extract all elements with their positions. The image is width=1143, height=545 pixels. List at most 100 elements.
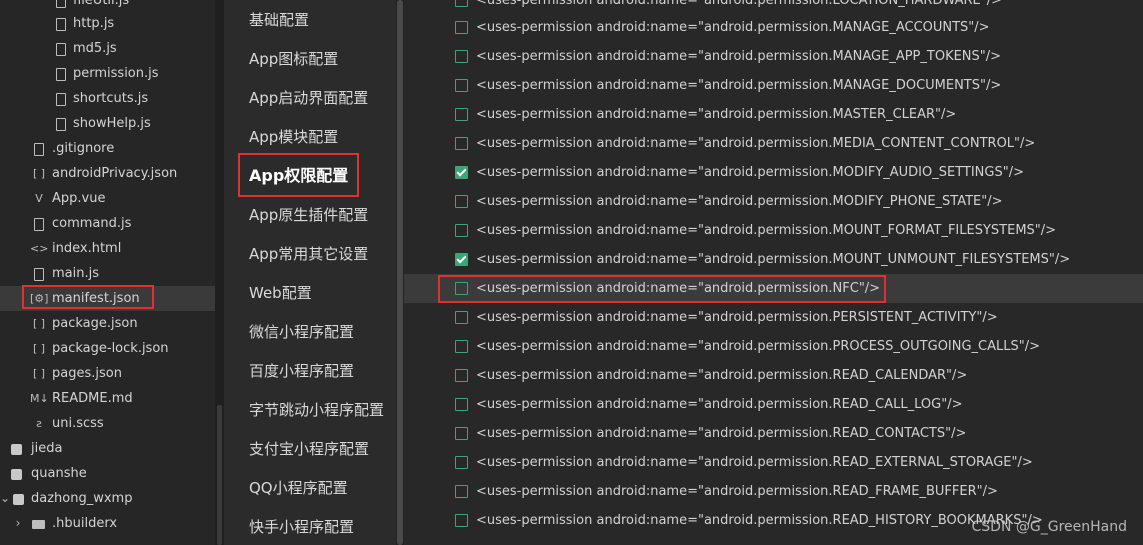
- tree-item-hbuilderx[interactable]: › .hbuilderx: [0, 511, 215, 536]
- permission-text: <uses-permission android:name="android.p…: [476, 368, 968, 383]
- permission-checkbox[interactable]: [455, 369, 468, 382]
- file-icon: [30, 211, 48, 236]
- permission-checkbox[interactable]: [455, 456, 468, 469]
- tree-item-label: index.html: [52, 241, 122, 256]
- tree-item-http[interactable]: http.js: [0, 11, 215, 36]
- permission-row[interactable]: <uses-permission android:name="android.p…: [404, 158, 1143, 187]
- nav-app-splash-config[interactable]: App启动界面配置: [249, 83, 368, 113]
- permission-row[interactable]: <uses-permission android:name="android.p…: [404, 477, 1143, 506]
- permission-row[interactable]: <uses-permission android:name="android.p…: [404, 390, 1143, 419]
- tree-item-label: quanshe: [31, 466, 87, 481]
- scrollbar-thumb[interactable]: [397, 0, 403, 545]
- permission-row[interactable]: <uses-permission android:name="android.p…: [404, 129, 1143, 158]
- nav-app-icon-config[interactable]: App图标配置: [249, 44, 338, 74]
- nav-app-module-config[interactable]: App模块配置: [249, 122, 338, 152]
- tree-item-label: command.js: [52, 216, 132, 231]
- tree-item-label: main.js: [52, 266, 99, 281]
- nav-app-native-plugin-config[interactable]: App原生插件配置: [249, 200, 368, 230]
- permission-text: <uses-permission android:name="android.p…: [476, 455, 1033, 470]
- chevron-right-icon[interactable]: ›: [9, 511, 27, 536]
- tree-item-label: README.md: [52, 391, 133, 406]
- tree-item-package[interactable]: [ ] package.json: [0, 311, 215, 336]
- tree-item-command[interactable]: command.js: [0, 211, 215, 236]
- nav-qq-mp-config[interactable]: QQ小程序配置: [249, 473, 348, 503]
- tree-item-package-lock[interactable]: [ ] package-lock.json: [0, 336, 215, 361]
- permission-row[interactable]: <uses-permission android:name="android.p…: [404, 245, 1143, 274]
- nav-app-other-settings[interactable]: App常用其它设置: [249, 239, 368, 269]
- nav-baidu-mp-config[interactable]: 百度小程序配置: [249, 356, 354, 386]
- config-nav: 基础配置 App图标配置 App启动界面配置 App模块配置 App权限配置 A…: [224, 0, 396, 545]
- nav-alipay-mp-config[interactable]: 支付宝小程序配置: [249, 434, 369, 464]
- permission-checkbox-checked[interactable]: [455, 253, 468, 266]
- permission-row[interactable]: <uses-permission android:name="android.p…: [404, 303, 1143, 332]
- permission-row[interactable]: <uses-permission android:name="android.p…: [404, 332, 1143, 361]
- permission-checkbox[interactable]: [455, 108, 468, 121]
- permission-checkbox[interactable]: [455, 311, 468, 324]
- permission-checkbox[interactable]: [455, 50, 468, 63]
- permission-checkbox-checked[interactable]: [455, 166, 468, 179]
- nav-kuaishou-mp-config[interactable]: 快手小程序配置: [249, 512, 354, 542]
- permission-checkbox[interactable]: [455, 137, 468, 150]
- tree-item-label: .gitignore: [52, 141, 115, 156]
- tree-item-pages[interactable]: [ ] pages.json: [0, 361, 215, 386]
- permission-text: <uses-permission android:name="android.p…: [476, 20, 990, 35]
- permission-text: <uses-permission android:name="android.p…: [476, 49, 1002, 64]
- json-icon: [ ]: [32, 167, 46, 180]
- tree-item-uni-scss[interactable]: ꙅ uni.scss: [0, 411, 215, 436]
- permission-row[interactable]: <uses-permission android:name="android.p…: [404, 42, 1143, 71]
- permission-checkbox[interactable]: [455, 514, 468, 527]
- permission-checkbox[interactable]: [455, 427, 468, 440]
- permission-checkbox[interactable]: [455, 398, 468, 411]
- annotation-box-manifest: [22, 285, 154, 309]
- json-icon: [ ]: [32, 342, 46, 355]
- permission-text: <uses-permission android:name="android.p…: [476, 339, 1041, 354]
- tree-item-quanshe[interactable]: quanshe: [0, 461, 215, 486]
- tree-item-gitignore[interactable]: .gitignore: [0, 136, 215, 161]
- tree-item-md5[interactable]: md5.js: [0, 36, 215, 61]
- tree-item-label: http.js: [73, 16, 115, 31]
- config-nav-scrollbar[interactable]: [396, 0, 404, 545]
- permission-row[interactable]: <uses-permission android:name="android.p…: [404, 448, 1143, 477]
- tree-item-shortcuts[interactable]: shortcuts.js: [0, 86, 215, 111]
- html-icon: <>: [30, 242, 49, 255]
- tree-item-readme[interactable]: M↓ README.md: [0, 386, 215, 411]
- project-icon: [9, 486, 27, 511]
- vue-icon: V: [35, 192, 43, 205]
- tree-item-label: package.json: [52, 316, 138, 331]
- nav-basic-config[interactable]: 基础配置: [249, 5, 309, 35]
- permission-checkbox[interactable]: [455, 224, 468, 237]
- scrollbar-thumb[interactable]: [217, 405, 222, 545]
- nav-bytedance-mp-config[interactable]: 字节跳动小程序配置: [249, 395, 384, 425]
- permission-row[interactable]: <uses-permission android:name="android.p…: [404, 100, 1143, 129]
- folder-icon: [29, 511, 47, 536]
- tree-item-app-vue[interactable]: V App.vue: [0, 186, 215, 211]
- permission-row[interactable]: <uses-permission android:name="android.p…: [404, 419, 1143, 448]
- nav-web-config[interactable]: Web配置: [249, 278, 312, 308]
- permission-checkbox[interactable]: [455, 79, 468, 92]
- permission-text: <uses-permission android:name="android.p…: [476, 513, 1043, 528]
- tree-item-permission[interactable]: permission.js: [0, 61, 215, 86]
- permission-checkbox[interactable]: [455, 485, 468, 498]
- permission-checkbox[interactable]: [455, 21, 468, 34]
- tree-item-androidprivacy[interactable]: [ ] androidPrivacy.json: [0, 161, 215, 186]
- permission-checkbox[interactable]: [455, 0, 468, 7]
- permission-text: <uses-permission android:name="android.p…: [476, 78, 1002, 93]
- permission-row[interactable]: <uses-permission android:name="android.p…: [404, 216, 1143, 245]
- file-icon: [52, 111, 70, 136]
- annotation-box-nfc: [438, 275, 886, 303]
- file-tree-scrollbar[interactable]: [215, 0, 224, 545]
- tree-item-label: jieda: [31, 441, 63, 456]
- tree-item-jieda[interactable]: jieda: [0, 436, 215, 461]
- nav-wechat-mp-config[interactable]: 微信小程序配置: [249, 317, 354, 347]
- permission-row[interactable]: <uses-permission android:name="android.p…: [404, 361, 1143, 390]
- permission-row[interactable]: <uses-permission android:name="android.p…: [404, 13, 1143, 42]
- permission-row[interactable]: <uses-permission android:name="android.p…: [404, 71, 1143, 100]
- permission-checkbox[interactable]: [455, 195, 468, 208]
- tree-item-main[interactable]: main.js: [0, 261, 215, 286]
- permission-checkbox[interactable]: [455, 340, 468, 353]
- permission-text: <uses-permission android:name="android.p…: [476, 426, 967, 441]
- tree-item-dazhong-wxmp[interactable]: ⌄ dazhong_wxmp: [0, 486, 215, 511]
- tree-item-showhelp[interactable]: showHelp.js: [0, 111, 215, 136]
- permission-row[interactable]: <uses-permission android:name="android.p…: [404, 187, 1143, 216]
- tree-item-index-html[interactable]: <> index.html: [0, 236, 215, 261]
